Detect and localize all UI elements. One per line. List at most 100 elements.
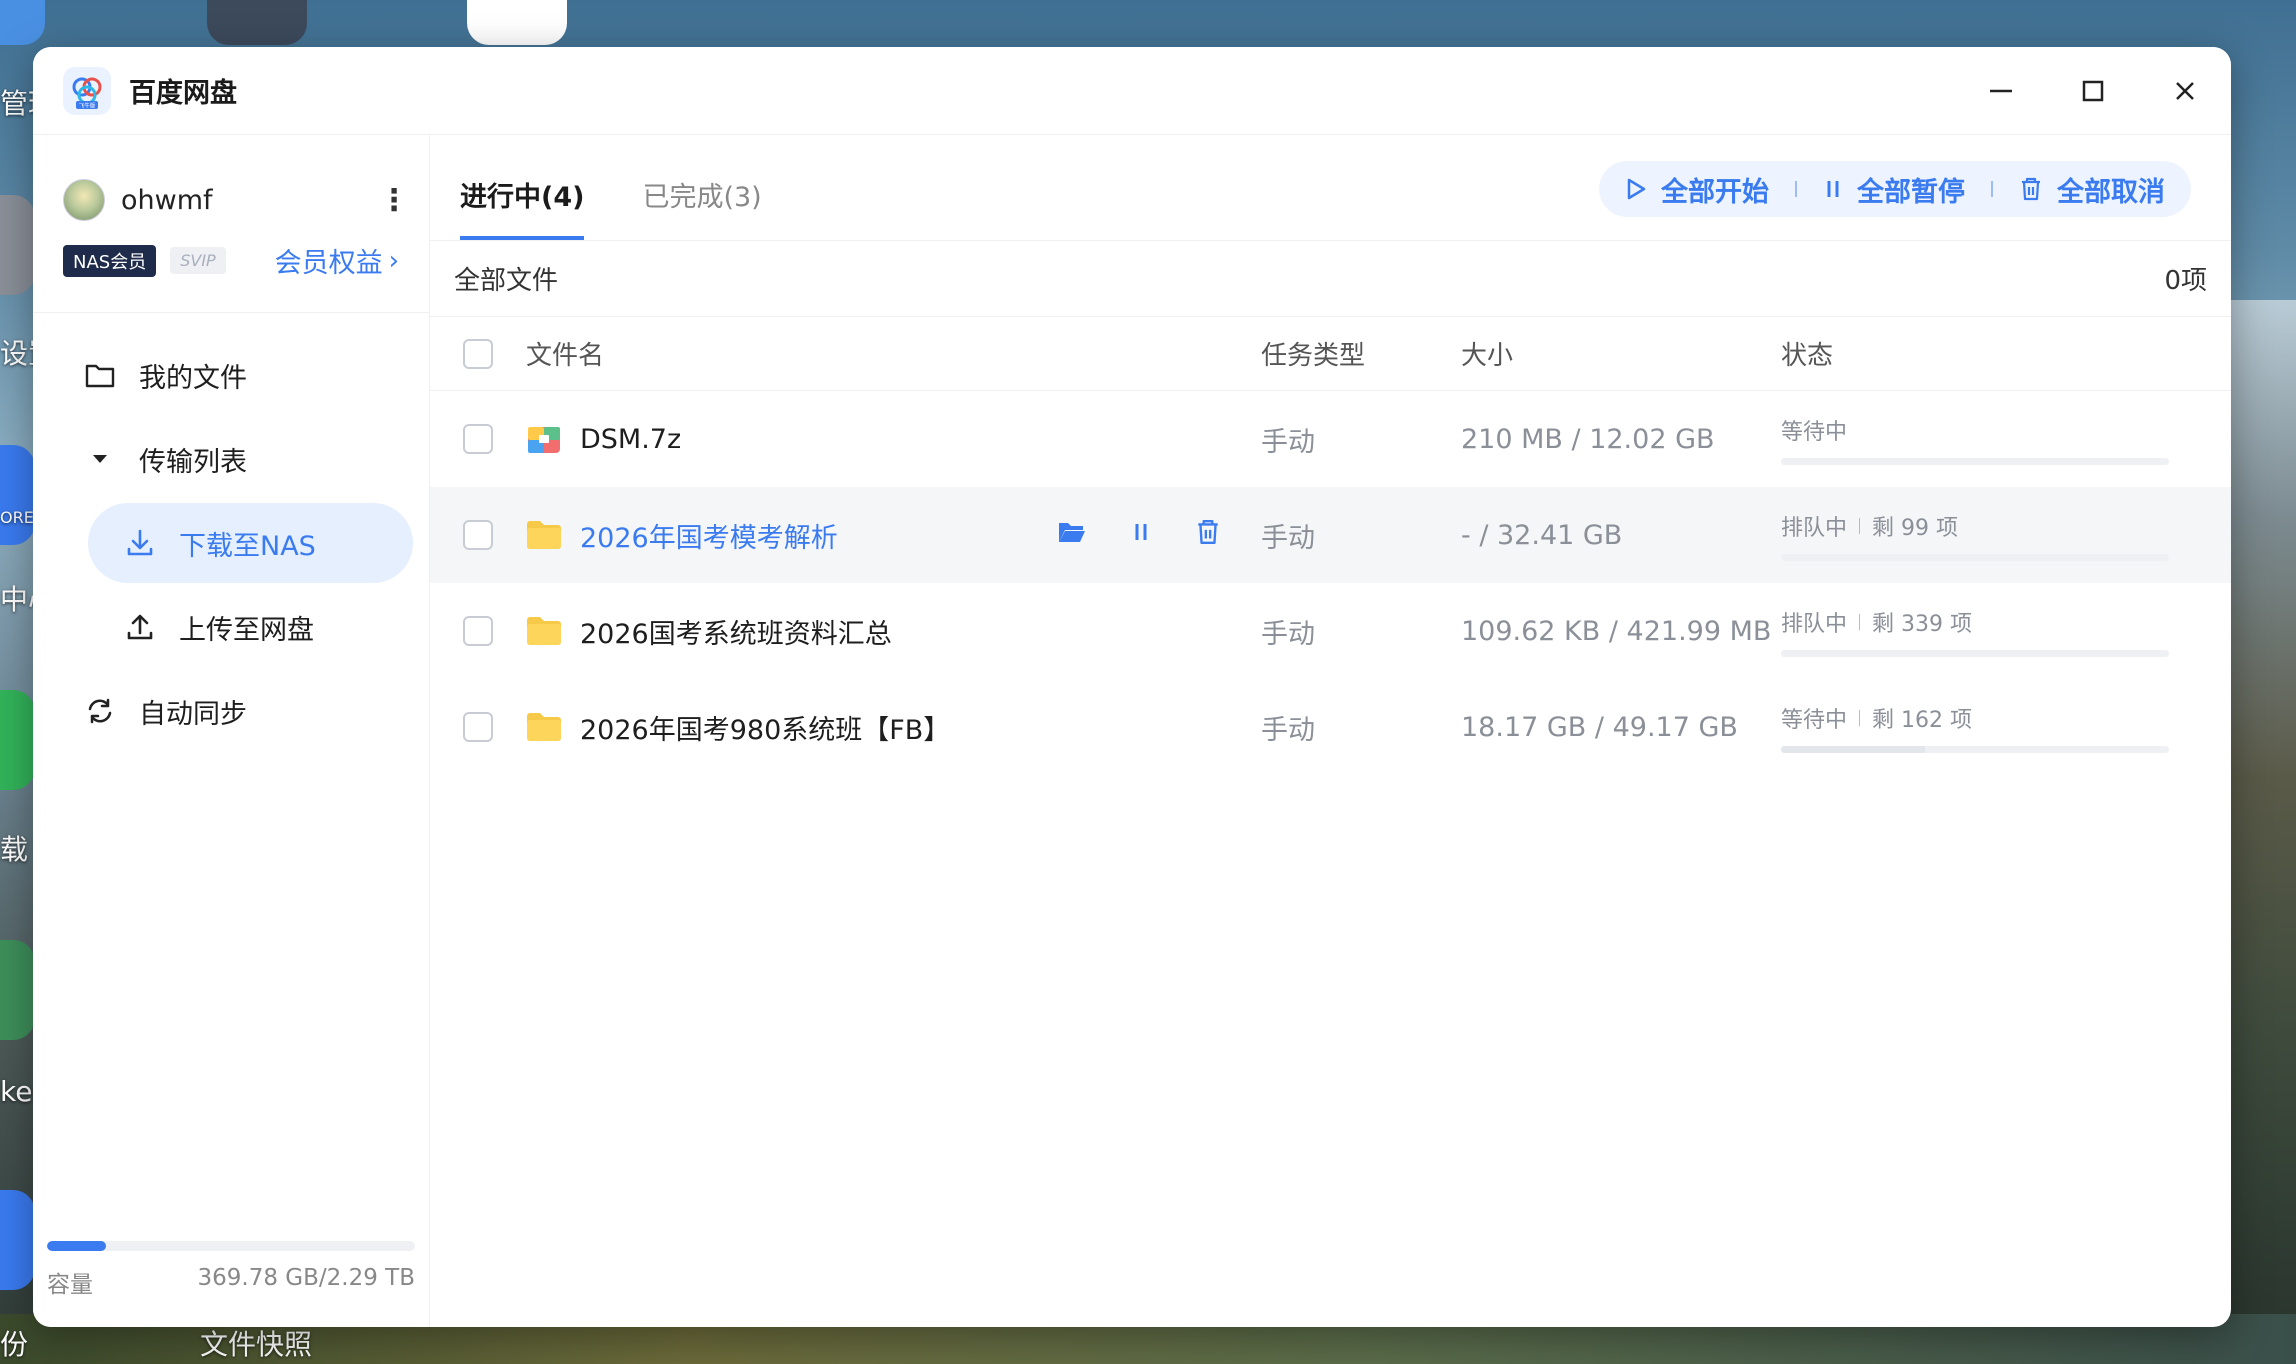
member-benefits-label: 会员权益 — [274, 248, 383, 279]
separator — [1859, 517, 1861, 534]
cancel-all-label: 全部取消 — [2057, 176, 2165, 208]
folder-icon — [526, 616, 562, 646]
play-icon — [1625, 177, 1647, 201]
maximize-button[interactable] — [2047, 47, 2139, 135]
sidebar-item-auto-sync[interactable]: 自动同步 — [33, 671, 429, 751]
progress-bar — [1781, 553, 2169, 561]
pause-icon — [1823, 178, 1843, 200]
breadcrumb-path[interactable]: 全部文件 — [454, 260, 558, 297]
row-checkbox[interactable] — [463, 424, 493, 454]
pause-all-button[interactable]: 全部暂停 — [1823, 170, 1965, 209]
separator — [1859, 613, 1861, 630]
sidebar-item-transfer-list[interactable]: 传输列表 — [33, 419, 429, 499]
tab-completed[interactable]: 已完成(3) — [642, 175, 761, 240]
desktop-app-icon[interactable] — [0, 195, 35, 295]
desktop-app-icon[interactable] — [0, 940, 35, 1040]
header-type[interactable]: 任务类型 — [1261, 335, 1461, 372]
capacity-bar — [47, 1241, 415, 1251]
start-all-button[interactable]: 全部开始 — [1625, 170, 1769, 209]
user-block: ohwmf ⋮ NAS会员 SVIP 会员权益 › — [33, 135, 429, 313]
task-type: 手动 — [1261, 618, 1315, 650]
status-label: 等待中 — [1781, 707, 1848, 733]
header-name[interactable]: 文件名 — [526, 335, 1261, 372]
row-checkbox[interactable] — [463, 520, 493, 550]
row-checkbox[interactable] — [463, 616, 493, 646]
file-name[interactable]: 2026年国考模考解析 — [580, 516, 838, 555]
capacity-indicator: 容量 369.78 GB/2.29 TB — [47, 1241, 415, 1299]
separator — [1795, 181, 1797, 197]
header-size[interactable]: 大小 — [1461, 335, 1781, 372]
remaining-items: 剩 339 项 — [1872, 611, 1972, 637]
chevron-right-icon: › — [388, 245, 399, 276]
bulk-actions: 全部开始 全部暂停 全部取消 — [1599, 161, 2191, 217]
desktop-app-icon[interactable] — [0, 0, 45, 45]
desktop-label: 文件快照 — [200, 1328, 313, 1361]
task-type: 手动 — [1261, 714, 1315, 746]
file-name[interactable]: 2026国考系统班资料汇总 — [580, 612, 892, 651]
sync-icon — [83, 694, 117, 728]
desktop-label: ORE — [0, 508, 34, 527]
table-row[interactable]: 2026国考系统班资料汇总 手动 109.62 KB / 421.99 MB 排… — [430, 583, 2231, 679]
sidebar-item-label: 自动同步 — [139, 698, 247, 730]
remaining-items: 剩 162 项 — [1872, 707, 1972, 733]
sidebar-item-upload-to-cloud[interactable]: 上传至网盘 — [33, 587, 429, 667]
file-size: 18.17 GB / 49.17 GB — [1461, 711, 1738, 743]
close-button[interactable] — [2139, 47, 2231, 135]
desktop-app-icon[interactable] — [467, 0, 567, 45]
desktop-label: ke — [0, 1075, 33, 1108]
delete-icon[interactable] — [1195, 518, 1221, 553]
archive-file-icon — [526, 423, 562, 455]
row-checkbox[interactable] — [463, 712, 493, 742]
table-row[interactable]: 2026年国考模考解析 手动 - / 32.41 GB 排队中 剩 99 项 — [430, 487, 2231, 583]
task-status: 等待中 剩 162 项 — [1781, 702, 2201, 753]
task-status: 排队中 剩 339 项 — [1781, 606, 2201, 657]
file-name[interactable]: DSM.7z — [580, 424, 681, 455]
app-title: 百度网盘 — [129, 78, 237, 109]
task-status: 等待中 — [1781, 414, 2201, 465]
progress-bar — [1781, 457, 2169, 465]
progress-bar — [1781, 745, 2169, 753]
table-row[interactable]: 2026年国考980系统班【FB】 手动 18.17 GB / 49.17 GB… — [430, 679, 2231, 775]
file-name[interactable]: 2026年国考980系统班【FB】 — [580, 708, 950, 747]
table-row[interactable]: DSM.7z 手动 210 MB / 12.02 GB 等待中 — [430, 391, 2231, 487]
remaining-items: 剩 99 项 — [1872, 515, 1958, 541]
capacity-bar-fill — [47, 1241, 106, 1251]
status-label: 排队中 — [1781, 515, 1848, 541]
desktop-app-icon[interactable] — [0, 690, 35, 790]
main-content: 进行中(4) 已完成(3) 全部开始 全部暂停 全部取消 全部文件 0项 文件名… — [430, 135, 2231, 1327]
desktop-app-icon[interactable] — [0, 1190, 35, 1290]
folder-icon — [526, 520, 562, 550]
desktop-label: 份 — [0, 1328, 29, 1361]
separator — [1991, 181, 1993, 197]
tab-in-progress[interactable]: 进行中(4) — [460, 175, 585, 240]
username: ohwmf — [121, 184, 213, 216]
more-options-icon[interactable]: ⋮ — [379, 183, 409, 218]
pause-all-label: 全部暂停 — [1857, 176, 1965, 208]
avatar[interactable] — [63, 179, 105, 221]
capacity-value: 369.78 GB/2.29 TB — [197, 1265, 416, 1291]
open-folder-icon[interactable] — [1057, 519, 1087, 552]
minimize-button[interactable] — [1955, 47, 2047, 135]
sidebar: ohwmf ⋮ NAS会员 SVIP 会员权益 › 我的文件 传输列表 下载至N… — [33, 135, 430, 1327]
pause-icon[interactable] — [1131, 520, 1151, 551]
desktop-app-icon[interactable] — [0, 445, 35, 545]
task-type: 手动 — [1261, 426, 1315, 458]
sidebar-item-download-to-nas[interactable]: 下载至NAS — [88, 503, 413, 583]
title-bar[interactable]: 飞牛版 百度网盘 — [33, 47, 2231, 135]
desktop-app-icon[interactable] — [207, 0, 307, 45]
sidebar-item-my-files[interactable]: 我的文件 — [33, 335, 429, 415]
svip-badge: SVIP — [170, 247, 226, 274]
desktop-label: 载 — [0, 833, 29, 866]
header-status[interactable]: 状态 — [1781, 335, 2201, 372]
select-all-checkbox[interactable] — [463, 338, 493, 369]
item-count: 0项 — [2164, 266, 2207, 296]
task-status: 排队中 剩 99 项 — [1781, 510, 2201, 561]
file-size: 210 MB / 12.02 GB — [1461, 423, 1715, 455]
cancel-all-button[interactable]: 全部取消 — [2019, 170, 2165, 209]
sidebar-item-label: 下载至NAS — [179, 530, 316, 562]
member-benefits-link[interactable]: 会员权益 › — [275, 241, 399, 280]
caret-down-icon — [83, 442, 117, 476]
progress-bar-fill — [1781, 745, 1925, 753]
sidebar-item-label: 传输列表 — [139, 446, 247, 478]
baidu-netdisk-logo-icon: 飞牛版 — [63, 66, 111, 115]
